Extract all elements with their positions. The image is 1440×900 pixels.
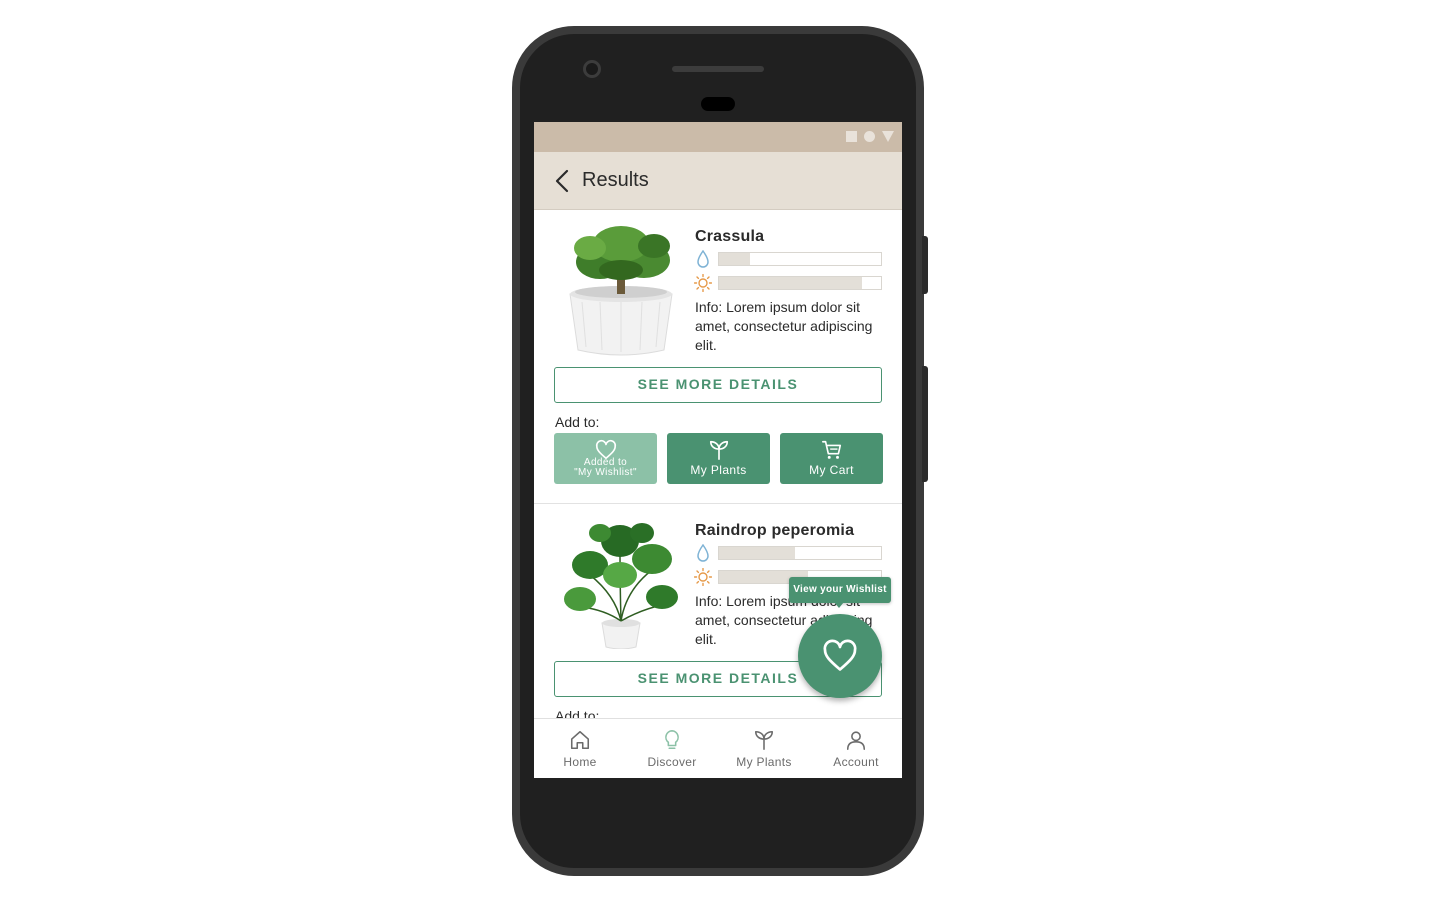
water-level-fill — [719, 547, 796, 559]
lightbulb-icon — [665, 730, 679, 750]
status-bar — [534, 122, 902, 152]
status-circle-icon — [864, 131, 875, 142]
heart-icon — [823, 639, 857, 671]
water-meter — [695, 544, 885, 562]
sprout-icon — [709, 440, 729, 460]
wishlist-tooltip: View your Wishlist — [789, 577, 891, 603]
sun-icon — [694, 274, 712, 292]
status-triangle-icon — [882, 131, 894, 142]
tooltip-arrow — [834, 602, 844, 608]
nav-home-label: Home — [563, 755, 597, 769]
water-drop-icon — [697, 544, 709, 562]
water-meter — [695, 250, 885, 268]
nav-discover-label: Discover — [647, 755, 697, 769]
front-camera — [583, 60, 601, 78]
see-more-details-button[interactable]: SEE MORE DETAILS — [554, 367, 882, 403]
add-to-label: Add to: — [555, 708, 600, 718]
water-level-bar — [718, 546, 882, 560]
view-wishlist-fab[interactable] — [798, 614, 882, 698]
account-icon — [846, 731, 866, 750]
bottom-navigation: Home Discover My Plants Account — [534, 718, 902, 778]
light-level-fill — [719, 277, 862, 289]
add-to-cart-button[interactable]: My Cart — [780, 433, 883, 484]
result-card: Crassula Info: Lorem ipsum dolor sit ame… — [534, 210, 902, 504]
page-title: Results — [582, 169, 649, 191]
water-level-fill — [719, 253, 750, 265]
home-icon — [570, 730, 590, 750]
plant-name: Crassula — [695, 228, 765, 245]
nav-discover[interactable]: Discover — [626, 719, 718, 778]
light-meter — [694, 274, 885, 292]
earpiece-speaker — [672, 66, 764, 72]
wishlist-button[interactable]: Added to "My Wishlist" — [554, 433, 657, 484]
my-plants-button-label: My Plants — [690, 463, 747, 477]
status-square-icon — [846, 131, 857, 142]
nav-my-plants[interactable]: My Plants — [718, 719, 810, 778]
plant-info: Info: Lorem ipsum dolor sit amet, consec… — [695, 299, 873, 353]
plant-name: Raindrop peperomia — [695, 522, 855, 539]
sprout-icon — [754, 730, 774, 750]
water-drop-icon — [697, 250, 709, 268]
sun-icon — [694, 568, 712, 586]
back-arrow-icon[interactable] — [552, 169, 574, 193]
water-level-bar — [718, 252, 882, 266]
app-bar: Results — [534, 152, 902, 210]
wishlist-label-line2: "My Wishlist" — [574, 467, 637, 478]
light-level-bar — [718, 276, 882, 290]
volume-button — [922, 366, 928, 482]
add-to-my-plants-button[interactable]: My Plants — [667, 433, 770, 484]
proximity-sensor — [701, 97, 735, 111]
add-to-label: Add to: — [555, 414, 600, 430]
wishlist-button-label: Added to "My Wishlist" — [554, 458, 657, 478]
nav-account[interactable]: Account — [810, 719, 902, 778]
status-icons — [846, 131, 894, 142]
nav-account-label: Account — [833, 755, 879, 769]
my-cart-button-label: My Cart — [809, 463, 854, 477]
crassula-plant-image — [569, 226, 673, 356]
nav-my-plants-label: My Plants — [736, 755, 792, 769]
cart-icon — [822, 440, 842, 459]
peperomia-plant-image — [564, 523, 678, 649]
nav-home[interactable]: Home — [534, 719, 626, 778]
power-button — [922, 236, 928, 294]
